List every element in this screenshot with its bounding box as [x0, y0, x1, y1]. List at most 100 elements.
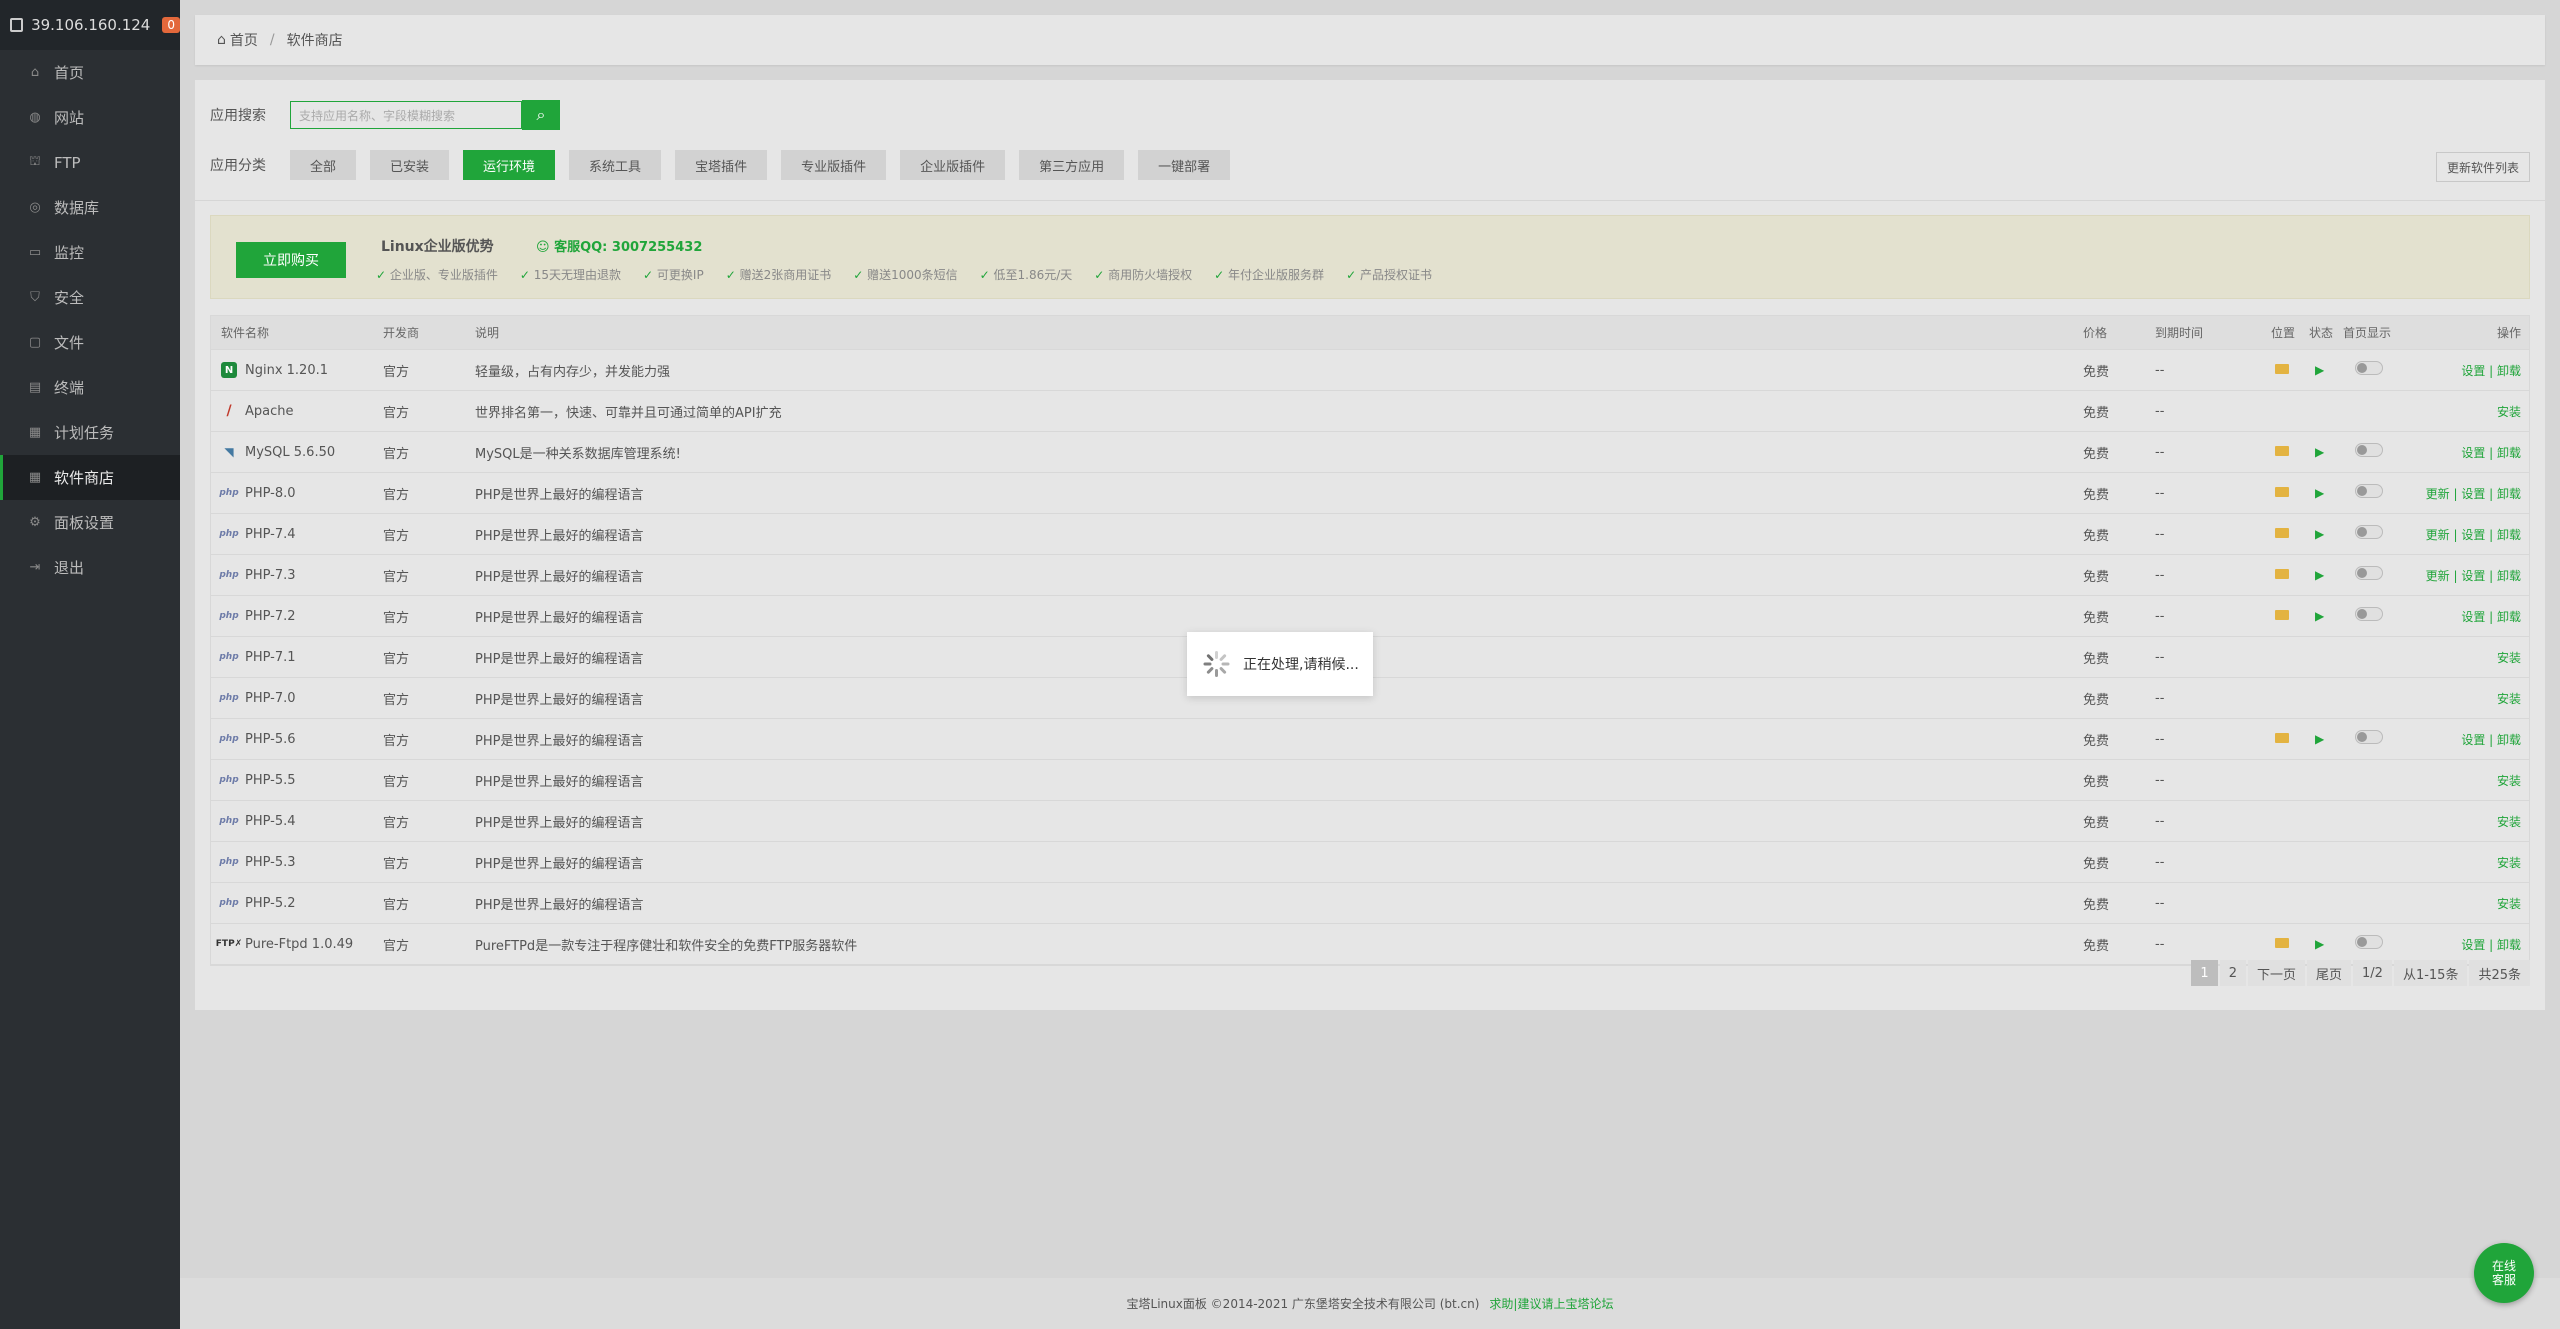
folder-icon[interactable]: [2275, 445, 2289, 460]
folder-icon[interactable]: [2275, 937, 2289, 952]
play-icon[interactable]: ▶: [2315, 609, 2324, 624]
nav-item-11[interactable]: ⇥ 退出: [0, 545, 180, 590]
software-name[interactable]: php PHP-5.2: [219, 895, 295, 911]
software-name[interactable]: N Nginx 1.20.1: [221, 362, 328, 378]
table-row: php PHP-5.4 官方 PHP是世界上最好的编程语言 免费 -- 安装: [211, 801, 2529, 842]
nav-item-8[interactable]: ▦ 计划任务: [0, 410, 180, 455]
category-tab-4[interactable]: 宝塔插件: [675, 150, 768, 180]
buy-now-button[interactable]: 立即购买: [236, 242, 346, 278]
online-support-button[interactable]: 在线客服: [2474, 1243, 2534, 1303]
refresh-list-button[interactable]: 更新软件列表: [2435, 152, 2530, 182]
notification-badge[interactable]: 0: [162, 17, 180, 33]
software-name[interactable]: php PHP-5.4: [219, 813, 296, 829]
table-row: FTP✗ Pure-Ftpd 1.0.49 官方 PureFTPd是一款专注于程序健壮…: [211, 924, 2529, 965]
play-icon[interactable]: ▶: [2315, 363, 2324, 378]
category-tab-5[interactable]: 专业版插件: [781, 150, 887, 180]
category-tab-6[interactable]: 企业版插件: [900, 150, 1006, 180]
software-name[interactable]: FTP✗ Pure-Ftpd 1.0.49: [216, 936, 353, 952]
software-name[interactable]: ◥ MySQL 5.6.50: [221, 444, 335, 460]
software-name-text: PHP-5.4: [245, 813, 296, 829]
pager-item-1[interactable]: 2: [2219, 960, 2246, 986]
home-display-toggle[interactable]: [2355, 566, 2383, 584]
category-tab-3[interactable]: 系统工具: [569, 150, 662, 180]
folder-icon[interactable]: [2275, 609, 2289, 624]
nav-item-10[interactable]: ⚙ 面板设置: [0, 500, 180, 545]
promo-qq[interactable]: ☺ 客服QQ: 3007255432: [536, 236, 702, 255]
row-actions[interactable]: 设置 | 卸载: [2461, 608, 2521, 625]
row-actions[interactable]: 安装: [2497, 772, 2521, 789]
folder-icon[interactable]: [2275, 486, 2289, 501]
software-name[interactable]: php PHP-7.3: [219, 567, 295, 583]
pager-item-3[interactable]: 尾页: [2307, 960, 2352, 986]
row-actions[interactable]: 设置 | 卸载: [2461, 444, 2521, 461]
home-display-toggle[interactable]: [2355, 525, 2383, 543]
play-icon[interactable]: ▶: [2315, 568, 2324, 583]
software-name[interactable]: / Apache: [221, 403, 293, 419]
category-tab-8[interactable]: 一键部署: [1138, 150, 1231, 180]
row-actions[interactable]: 安装: [2497, 690, 2521, 707]
expiry: --: [2155, 854, 2165, 870]
play-icon[interactable]: ▶: [2315, 937, 2324, 952]
category-tab-0[interactable]: 全部: [290, 150, 357, 180]
enterprise-promo: 立即购买 Linux企业版优势 ☺ 客服QQ: 3007255432 企业版、专…: [210, 215, 2530, 299]
nav-item-3[interactable]: ◎ 数据库: [0, 185, 180, 230]
software-name[interactable]: php PHP-5.5: [219, 772, 295, 788]
category-row: 应用分类 全部 已安装 运行环境 系统工具 宝塔插件 专业版插件 企业版插件 第三方应用 一键部…: [210, 150, 1244, 180]
row-actions[interactable]: 设置 | 卸载: [2461, 936, 2521, 953]
home-display-toggle[interactable]: [2355, 361, 2383, 379]
row-actions[interactable]: 安装: [2497, 813, 2521, 830]
play-icon[interactable]: ▶: [2315, 732, 2324, 747]
folder-icon[interactable]: [2275, 568, 2289, 583]
nav-item-7[interactable]: ▤ 终端: [0, 365, 180, 410]
nav-item-9[interactable]: ▦ 软件商店: [0, 455, 180, 500]
nav-item-2[interactable]: ⛫ FTP: [0, 140, 180, 185]
nav-item-1[interactable]: ◍ 网站: [0, 95, 180, 140]
software-name[interactable]: php PHP-5.6: [219, 731, 295, 747]
software-name[interactable]: php PHP-7.0: [219, 690, 295, 706]
breadcrumb-home[interactable]: 首页: [230, 30, 258, 50]
category-tab-1[interactable]: 已安装: [370, 150, 450, 180]
col-name[interactable]: 软件名称: [221, 324, 269, 341]
software-name[interactable]: php PHP-7.2: [219, 608, 295, 624]
row-actions[interactable]: 设置 | 卸载: [2461, 731, 2521, 748]
pager-item-2[interactable]: 下一页: [2247, 960, 2305, 986]
expiry: --: [2155, 485, 2165, 501]
category-tab-7[interactable]: 第三方应用: [1019, 150, 1125, 180]
nav-item-6[interactable]: ▢ 文件: [0, 320, 180, 365]
home-display-toggle[interactable]: [2355, 443, 2383, 461]
row-actions[interactable]: 更新 | 设置 | 卸载: [2426, 526, 2521, 543]
pager-item-0[interactable]: 1: [2191, 960, 2218, 986]
nav-item-4[interactable]: ▭ 监控: [0, 230, 180, 275]
row-actions[interactable]: 安装: [2497, 895, 2521, 912]
software-name[interactable]: php PHP-7.4: [219, 526, 295, 542]
row-actions[interactable]: 设置 | 卸载: [2461, 362, 2521, 379]
folder-icon[interactable]: [2275, 363, 2289, 378]
nav-item-5[interactable]: ⛉ 安全: [0, 275, 180, 320]
software-name[interactable]: php PHP-8.0: [219, 485, 295, 501]
search-input[interactable]: 支持应用名称、字段模糊搜索: [290, 101, 522, 129]
expiry: --: [2155, 608, 2165, 624]
category-tab-2[interactable]: 运行环境: [463, 150, 556, 180]
expiry: --: [2155, 895, 2165, 911]
folder-icon[interactable]: [2275, 527, 2289, 542]
nav-item-0[interactable]: ⌂ 首页: [0, 50, 180, 95]
row-actions[interactable]: 安装: [2497, 649, 2521, 666]
row-actions[interactable]: 安装: [2497, 854, 2521, 871]
home-icon[interactable]: ⌂: [217, 32, 226, 48]
footer-forum-link[interactable]: 求助|建议请上宝塔论坛: [1489, 1295, 1613, 1312]
row-actions[interactable]: 更新 | 设置 | 卸载: [2426, 485, 2521, 502]
folder-icon[interactable]: [2275, 732, 2289, 747]
search-button[interactable]: ⌕: [522, 100, 560, 130]
home-display-toggle[interactable]: [2355, 607, 2383, 625]
software-name[interactable]: php PHP-5.3: [219, 854, 295, 870]
play-icon[interactable]: ▶: [2315, 527, 2324, 542]
col-dev: 开发商: [383, 326, 420, 340]
play-icon[interactable]: ▶: [2315, 486, 2324, 501]
play-icon[interactable]: ▶: [2315, 445, 2324, 460]
row-actions[interactable]: 更新 | 设置 | 卸载: [2426, 567, 2521, 584]
home-display-toggle[interactable]: [2355, 730, 2383, 748]
home-display-toggle[interactable]: [2355, 935, 2383, 953]
software-name[interactable]: php PHP-7.1: [219, 649, 295, 665]
home-display-toggle[interactable]: [2355, 484, 2383, 502]
row-actions[interactable]: 安装: [2497, 403, 2521, 420]
